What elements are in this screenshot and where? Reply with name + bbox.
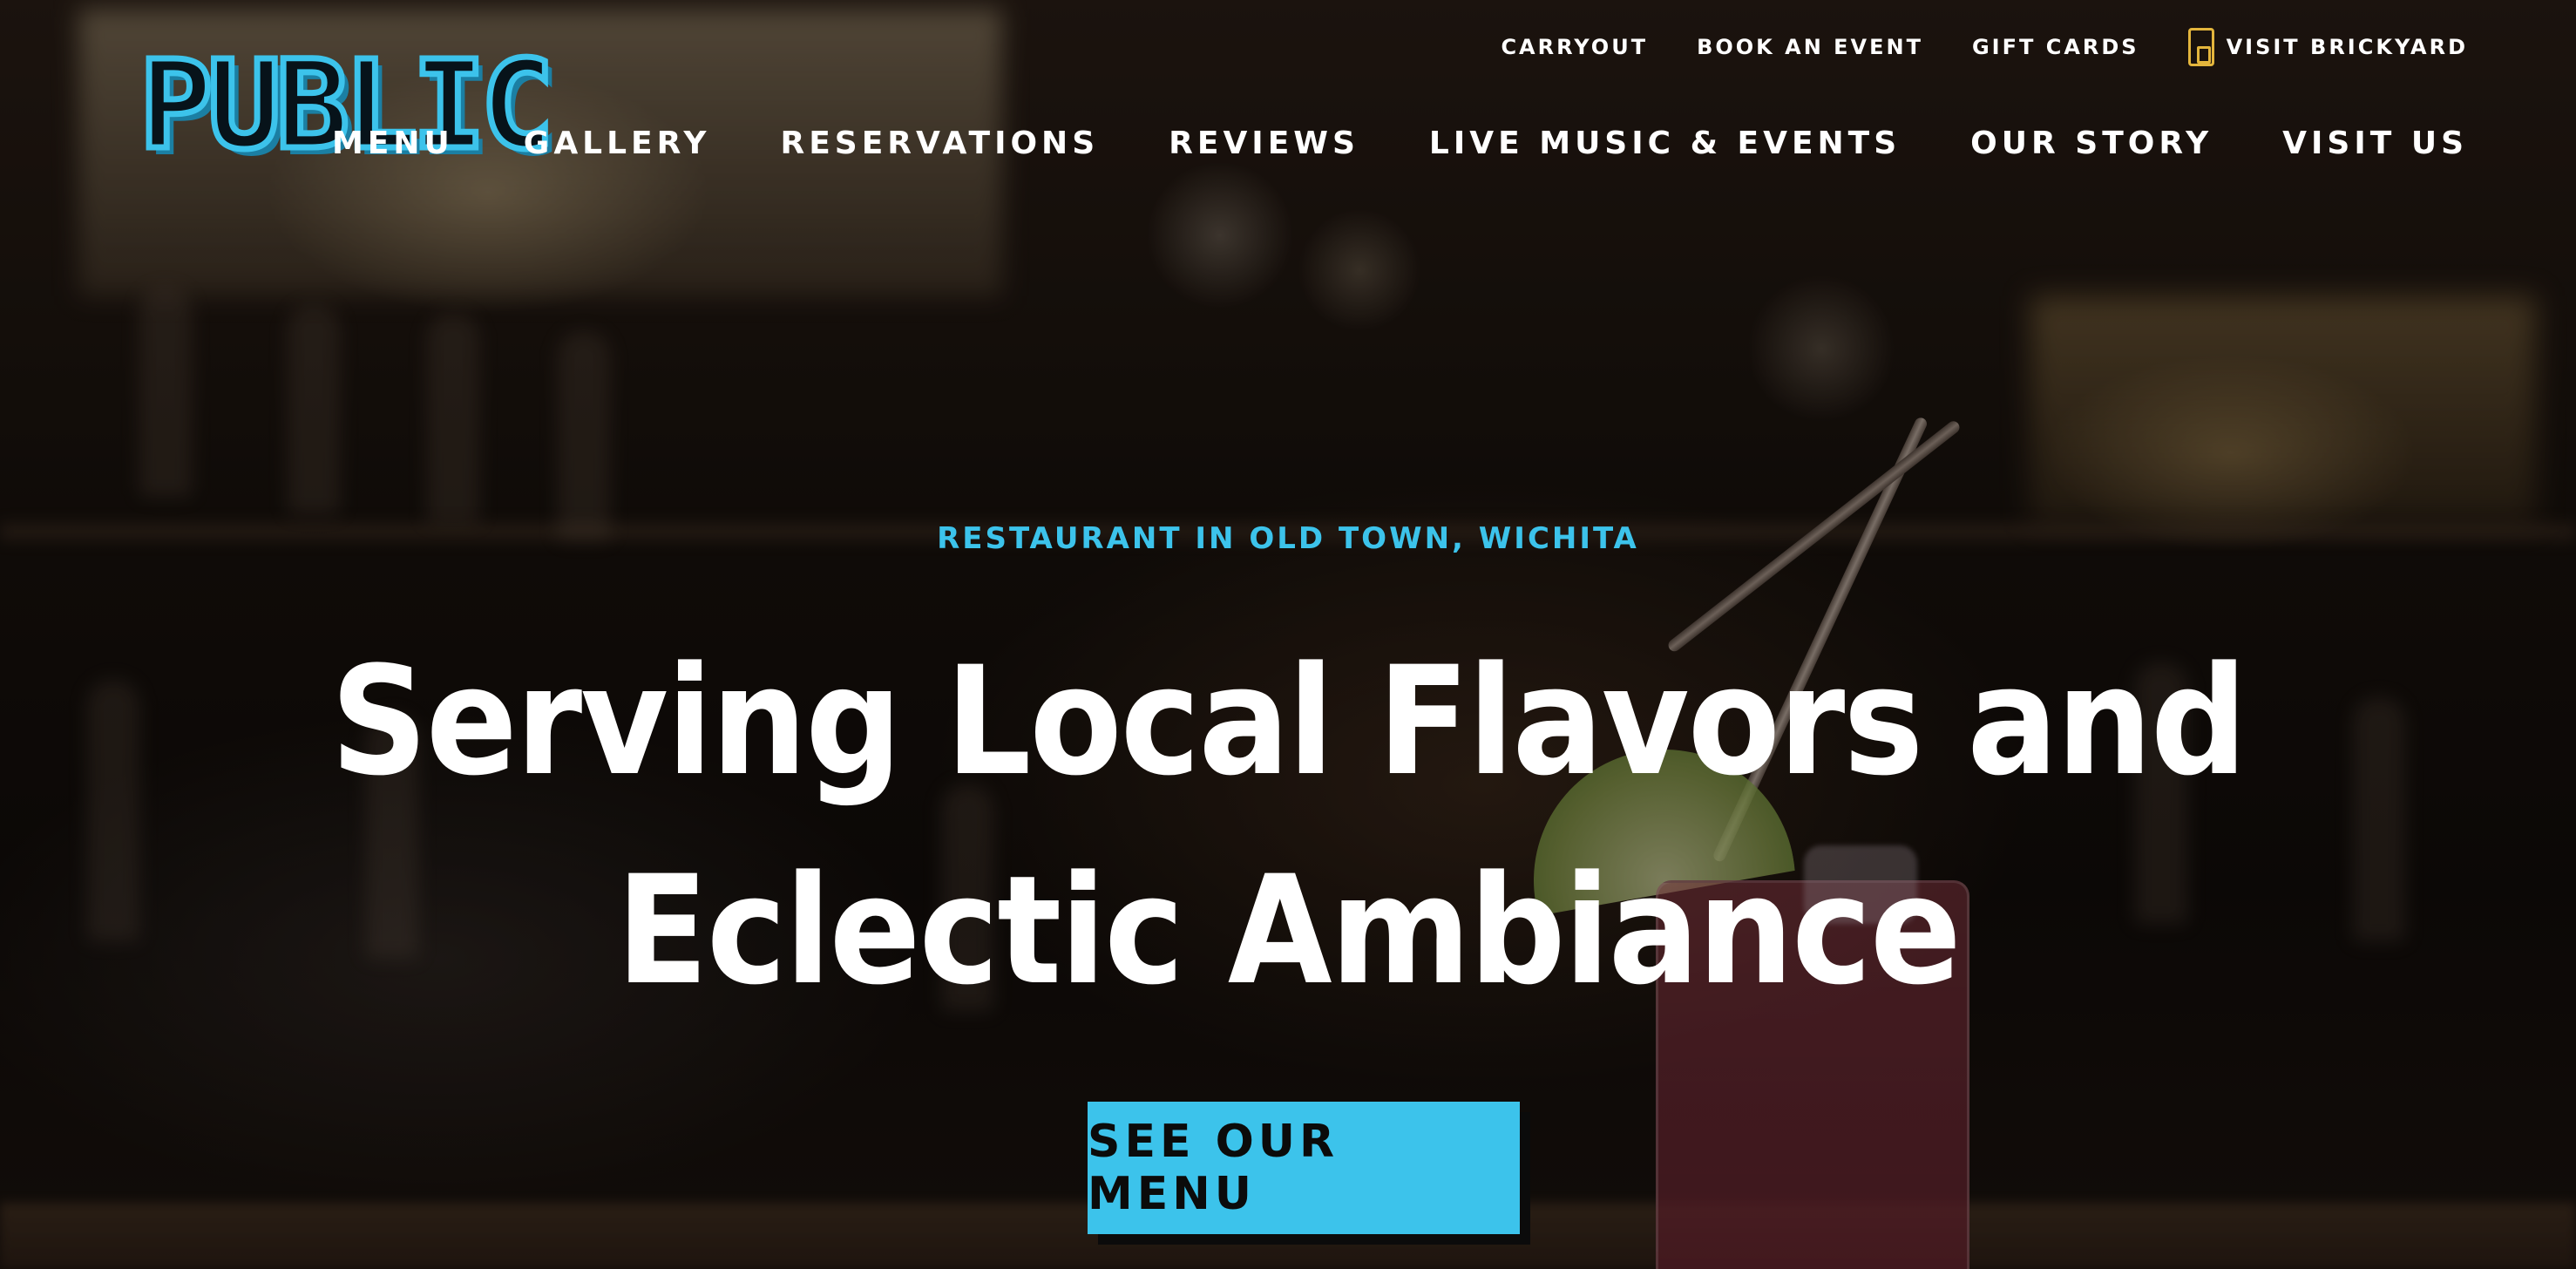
see-our-menu-button[interactable]: SEE OUR MENU [1088,1102,1520,1234]
nav-item-visit-us[interactable]: VISIT US [2282,126,2468,161]
nav-item-reservations[interactable]: RESERVATIONS [780,126,1099,161]
visit-brickyard-link[interactable]: VISIT BRICKYARD [2187,28,2468,66]
brickyard-logo-icon [2187,28,2214,66]
hero-headline-line-2: Eclectic Ambiance [616,843,1962,1018]
visit-brickyard-label: VISIT BRICKYARD [2226,35,2468,59]
hero-section: PUBLIC CARRYOUT BOOK AN EVENT GIFT CARDS… [0,0,2576,1269]
gift-cards-link[interactable]: GIFT CARDS [1972,35,2139,59]
nav-item-live-music-events[interactable]: LIVE MUSIC & EVENTS [1429,126,1901,161]
book-an-event-link[interactable]: BOOK AN EVENT [1697,35,1923,59]
hero-headline: Serving Local Flavors and Eclectic Ambia… [0,617,2576,1035]
carryout-link[interactable]: CARRYOUT [1501,35,1648,59]
main-nav: MENU GALLERY RESERVATIONS REVIEWS LIVE M… [332,119,2468,167]
nav-item-reviews[interactable]: REVIEWS [1169,126,1359,161]
nav-item-gallery[interactable]: GALLERY [524,126,711,161]
nav-item-our-story[interactable]: OUR STORY [1970,126,2213,161]
utility-nav: CARRYOUT BOOK AN EVENT GIFT CARDS VISIT … [1501,26,2468,68]
hero-headline-line-1: Serving Local Flavors and [330,634,2247,809]
nav-item-menu[interactable]: MENU [332,126,454,161]
hero-eyebrow: RESTAURANT IN OLD TOWN, WICHITA [937,521,1639,556]
